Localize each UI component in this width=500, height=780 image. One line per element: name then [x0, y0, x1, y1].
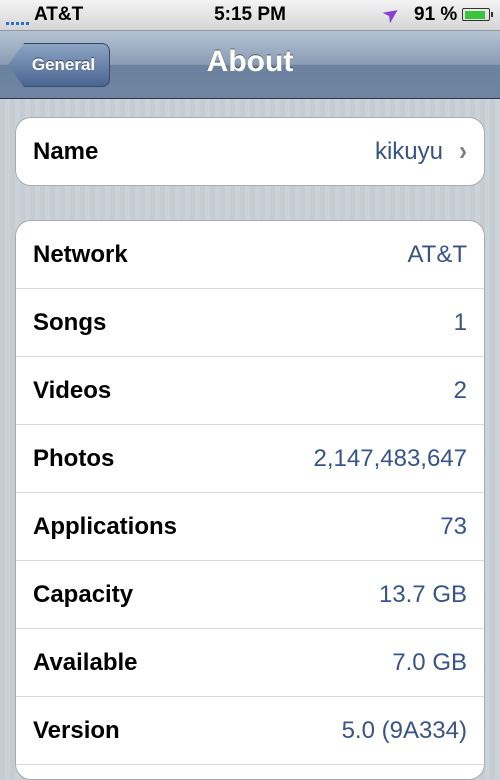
info-row-applications: Applications 73	[16, 493, 484, 561]
row-value: AT&T	[407, 240, 467, 268]
chevron-right-icon: ›	[459, 135, 467, 167]
row-value: 1	[453, 308, 467, 336]
info-row-capacity: Capacity 13.7 GB	[16, 561, 484, 629]
row-label: Version	[33, 716, 120, 744]
row-value: 2	[453, 376, 467, 404]
info-row-network: Network AT&T	[16, 221, 484, 289]
row-value: 5.0 (9A334)	[341, 716, 467, 744]
row-value: 7.0 GB	[392, 648, 467, 676]
row-value: 73	[440, 512, 467, 540]
status-bar: AT&T 5:15 PM ➤ 91 %	[0, 0, 500, 31]
row-label: Network	[33, 240, 128, 268]
info-row-photos: Photos 2,147,483,647	[16, 425, 484, 493]
name-value-wrap: kikuyu ›	[374, 135, 467, 167]
info-row-videos: Videos 2	[16, 357, 484, 425]
battery-fill	[464, 10, 486, 19]
row-value: 2,147,483,647	[313, 444, 467, 472]
row-label: Songs	[33, 308, 107, 336]
page-title: About	[206, 45, 294, 78]
info-row-available: Available 7.0 GB	[16, 629, 484, 697]
battery-icon	[462, 8, 493, 21]
name-row[interactable]: Name kikuyu ›	[16, 118, 484, 185]
row-label: Photos	[33, 444, 115, 472]
info-row-version: Version 5.0 (9A334)	[16, 697, 484, 765]
row-label: Videos	[33, 376, 112, 404]
row-value: 13.7 GB	[378, 580, 467, 608]
row-value: kikuyu	[374, 137, 443, 165]
row-label: Available	[33, 648, 138, 676]
battery-percent: 91 %	[414, 4, 458, 25]
name-group: Name kikuyu ›	[15, 117, 485, 186]
info-group: Network AT&T Songs 1 Videos 2 Photos 2,1…	[15, 220, 485, 780]
row-label: Name	[33, 137, 99, 165]
row-label: Capacity	[33, 580, 134, 608]
navigation-bar: General About	[0, 31, 500, 99]
row-label: Applications	[33, 512, 178, 540]
info-row-songs: Songs 1	[16, 289, 484, 357]
